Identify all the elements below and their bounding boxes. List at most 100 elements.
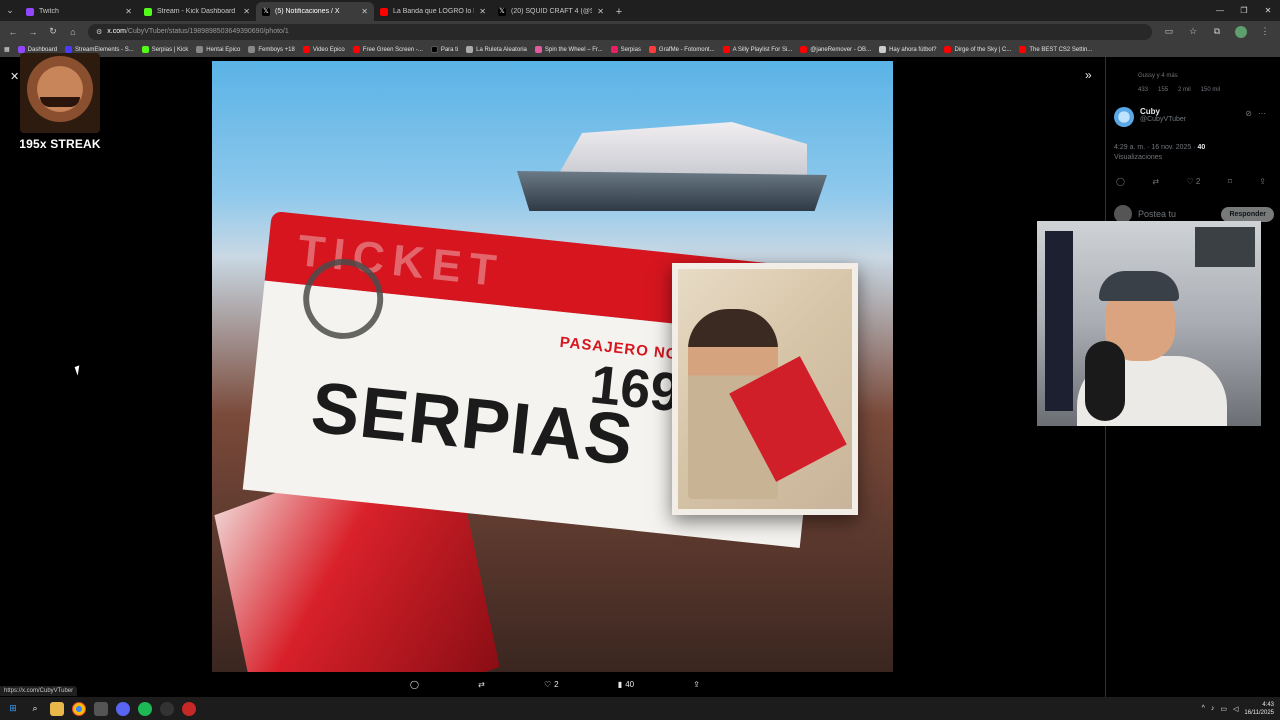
bookmark-item[interactable]: Spin the Wheel – Fr... — [534, 46, 603, 53]
file-explorer-icon[interactable] — [50, 701, 64, 716]
bookmark-item[interactable]: Dashboard — [17, 46, 58, 53]
bookmark-icon[interactable]: ⌑ — [1228, 177, 1232, 186]
author-name[interactable]: Cuby — [1140, 107, 1186, 116]
tab-close-icon[interactable]: ✕ — [479, 7, 486, 16]
extensions-icon[interactable]: ⧉ — [1206, 23, 1228, 41]
grok-icon[interactable]: ⊘ — [1245, 109, 1252, 118]
tweet-timestamp[interactable]: 4:29 a. m. · 16 nov. 2025 · — [1114, 144, 1198, 151]
views-button[interactable]: ▮ 40 — [618, 680, 634, 689]
tab-close-icon[interactable]: ✕ — [597, 7, 604, 16]
bookmark-item[interactable]: A Silly Playlist For Si... — [722, 46, 792, 53]
maximize-icon[interactable]: ❐ — [1232, 0, 1256, 21]
reply-count[interactable]: 433 — [1138, 87, 1148, 93]
spotify-icon[interactable] — [138, 701, 152, 716]
tweet-author[interactable]: Cuby @CubyVTuber ⊘ ⋯ — [1114, 107, 1274, 127]
browser-tab-active[interactable]: 𝕏 (5) Notificaciones / X ✕ — [256, 2, 374, 21]
browser-tab[interactable]: La Banda que LOGRÓ lo IMPOS ✕ — [374, 2, 492, 21]
views-label: Visualizaciones — [1114, 154, 1163, 161]
obs-icon[interactable] — [182, 701, 196, 716]
bookmark-label: Serpias — [620, 46, 641, 53]
browser-tab[interactable]: Stream - Kick Dashboard ✕ — [138, 2, 256, 21]
app-icon[interactable] — [94, 701, 108, 716]
author-handle[interactable]: @CubyVTuber — [1140, 116, 1186, 123]
like-button[interactable]: ♡ 2 — [544, 680, 559, 689]
like-count[interactable]: 2 mil — [1178, 87, 1191, 93]
repost-icon[interactable]: ⇄ — [1152, 177, 1159, 186]
address-bar[interactable]: ⚙ x.com/CubyVTuber/status/19898985036493… — [88, 23, 1152, 40]
share-icon[interactable]: ⇪ — [1259, 177, 1266, 186]
clock-time: 4:43 — [1262, 701, 1274, 708]
bookmark-item[interactable]: @janeRemover - OB... — [800, 46, 871, 53]
tab-close-icon[interactable]: ✕ — [243, 7, 250, 16]
repost-button[interactable]: ⇄ — [478, 680, 485, 689]
tab-close-icon[interactable]: ✕ — [125, 7, 132, 16]
bookmark-item[interactable]: Femboys +18 — [248, 46, 295, 53]
bookmark-item[interactable]: Serpias — [610, 46, 641, 53]
bookmark-label: GrafMe - Fotomont... — [658, 46, 715, 53]
like-count: 2 — [1195, 177, 1201, 186]
views-count: 40 — [625, 679, 635, 689]
tweet-meta: 4:29 a. m. · 16 nov. 2025 · 40 Visualiza… — [1114, 143, 1205, 163]
reply-submit-button[interactable]: Responder — [1221, 206, 1274, 222]
bookmark-item[interactable]: Hay ahora fútbol? — [879, 46, 936, 53]
url-path: /CubyVTuber/status/1989898503649390690/p… — [125, 28, 289, 35]
chrome-icon[interactable] — [72, 701, 86, 716]
bookmark-item[interactable]: Para ti — [430, 46, 458, 53]
home-icon[interactable]: ⌂ — [64, 23, 82, 41]
like-button[interactable]: ♡ 2 — [1186, 177, 1200, 186]
bookmark-label: Free Green Screen -... — [362, 46, 423, 53]
network-icon[interactable]: ▭ — [1220, 705, 1227, 713]
bookmark-item[interactable]: The BEST CS2 Settin... — [1019, 46, 1092, 53]
repost-count[interactable]: 155 — [1158, 87, 1168, 93]
tab-close-icon[interactable]: ✕ — [361, 7, 368, 16]
tweet-photo[interactable]: TICKET PASAJERO NO. 169 SERPIAS — [212, 61, 893, 672]
bookmark-favicon-icon — [352, 46, 360, 53]
bookmark-label: Dashboard — [27, 46, 58, 53]
browser-tab[interactable]: Twitch ✕ — [20, 2, 138, 21]
reload-icon[interactable]: ↻ — [44, 23, 62, 41]
folder-icon — [196, 46, 204, 53]
volume-icon[interactable]: ◁ — [1233, 705, 1238, 713]
apps-icon[interactable]: ▦ — [4, 46, 10, 53]
bookmark-item[interactable]: Hentai Epico — [196, 46, 240, 53]
forward-icon[interactable]: → — [24, 23, 42, 41]
streak-label: 195x STREAK — [19, 137, 101, 151]
search-icon[interactable]: ⌕ — [28, 702, 42, 716]
back-icon[interactable]: ← — [4, 23, 22, 41]
close-window-icon[interactable]: ✕ — [1256, 0, 1280, 21]
folder-icon — [248, 46, 256, 53]
menu-icon[interactable]: ⋮ — [1254, 23, 1276, 41]
reply-input[interactable]: Postea tu — [1138, 209, 1215, 219]
bookmark-star-icon[interactable]: ☆ — [1182, 23, 1204, 41]
windows-start-icon[interactable]: ⊞ — [6, 702, 20, 716]
reply-icon[interactable]: ◯ — [1116, 177, 1125, 186]
avatar[interactable] — [1114, 107, 1134, 127]
bookmark-favicon-icon — [1019, 46, 1027, 53]
more-icon[interactable]: ⋯ — [1258, 109, 1266, 118]
profile-avatar[interactable] — [1230, 23, 1252, 41]
microphone-icon[interactable]: ♪ — [1211, 705, 1215, 712]
previous-tweet-stats: 433 155 2 mil 150 mil — [1138, 87, 1220, 93]
share-button[interactable]: ⇪ — [693, 680, 700, 689]
cast-icon[interactable]: ▭ — [1158, 23, 1180, 41]
expand-panel-icon[interactable]: » — [1085, 68, 1092, 82]
bookmark-item[interactable]: Serpias | Kick — [141, 46, 188, 53]
discord-icon[interactable] — [116, 701, 130, 716]
bookmark-item[interactable]: Video Epico — [302, 46, 345, 53]
app-icon[interactable] — [160, 701, 174, 716]
bookmark-item[interactable]: StreamElements - S... — [65, 46, 134, 53]
browser-tab[interactable]: 𝕏 (20) SQUID CRAFT 4 (@SquidC ✕ — [492, 2, 610, 21]
new-tab-icon[interactable]: + — [610, 2, 628, 21]
tab-title: (5) Notificaciones / X — [275, 8, 340, 15]
bookmark-item[interactable]: Free Green Screen -... — [352, 46, 423, 53]
tab-search-icon[interactable]: ⌄ — [0, 0, 20, 21]
bookmark-item[interactable]: GrafMe - Fotomont... — [648, 46, 715, 53]
reply-button[interactable]: ◯ — [410, 680, 419, 689]
tray-chevron-icon[interactable]: ^ — [1202, 705, 1205, 712]
views-count[interactable]: 150 mil — [1201, 87, 1220, 93]
bookmark-item[interactable]: La Ruleta Aleatoria — [466, 46, 527, 53]
minimize-icon[interactable]: — — [1208, 0, 1232, 21]
bookmark-item[interactable]: Dirge of the Sky | C... — [944, 46, 1011, 53]
clock[interactable]: 4:43 16/11/2025 — [1244, 701, 1274, 717]
site-info-icon[interactable]: ⚙ — [96, 28, 102, 36]
